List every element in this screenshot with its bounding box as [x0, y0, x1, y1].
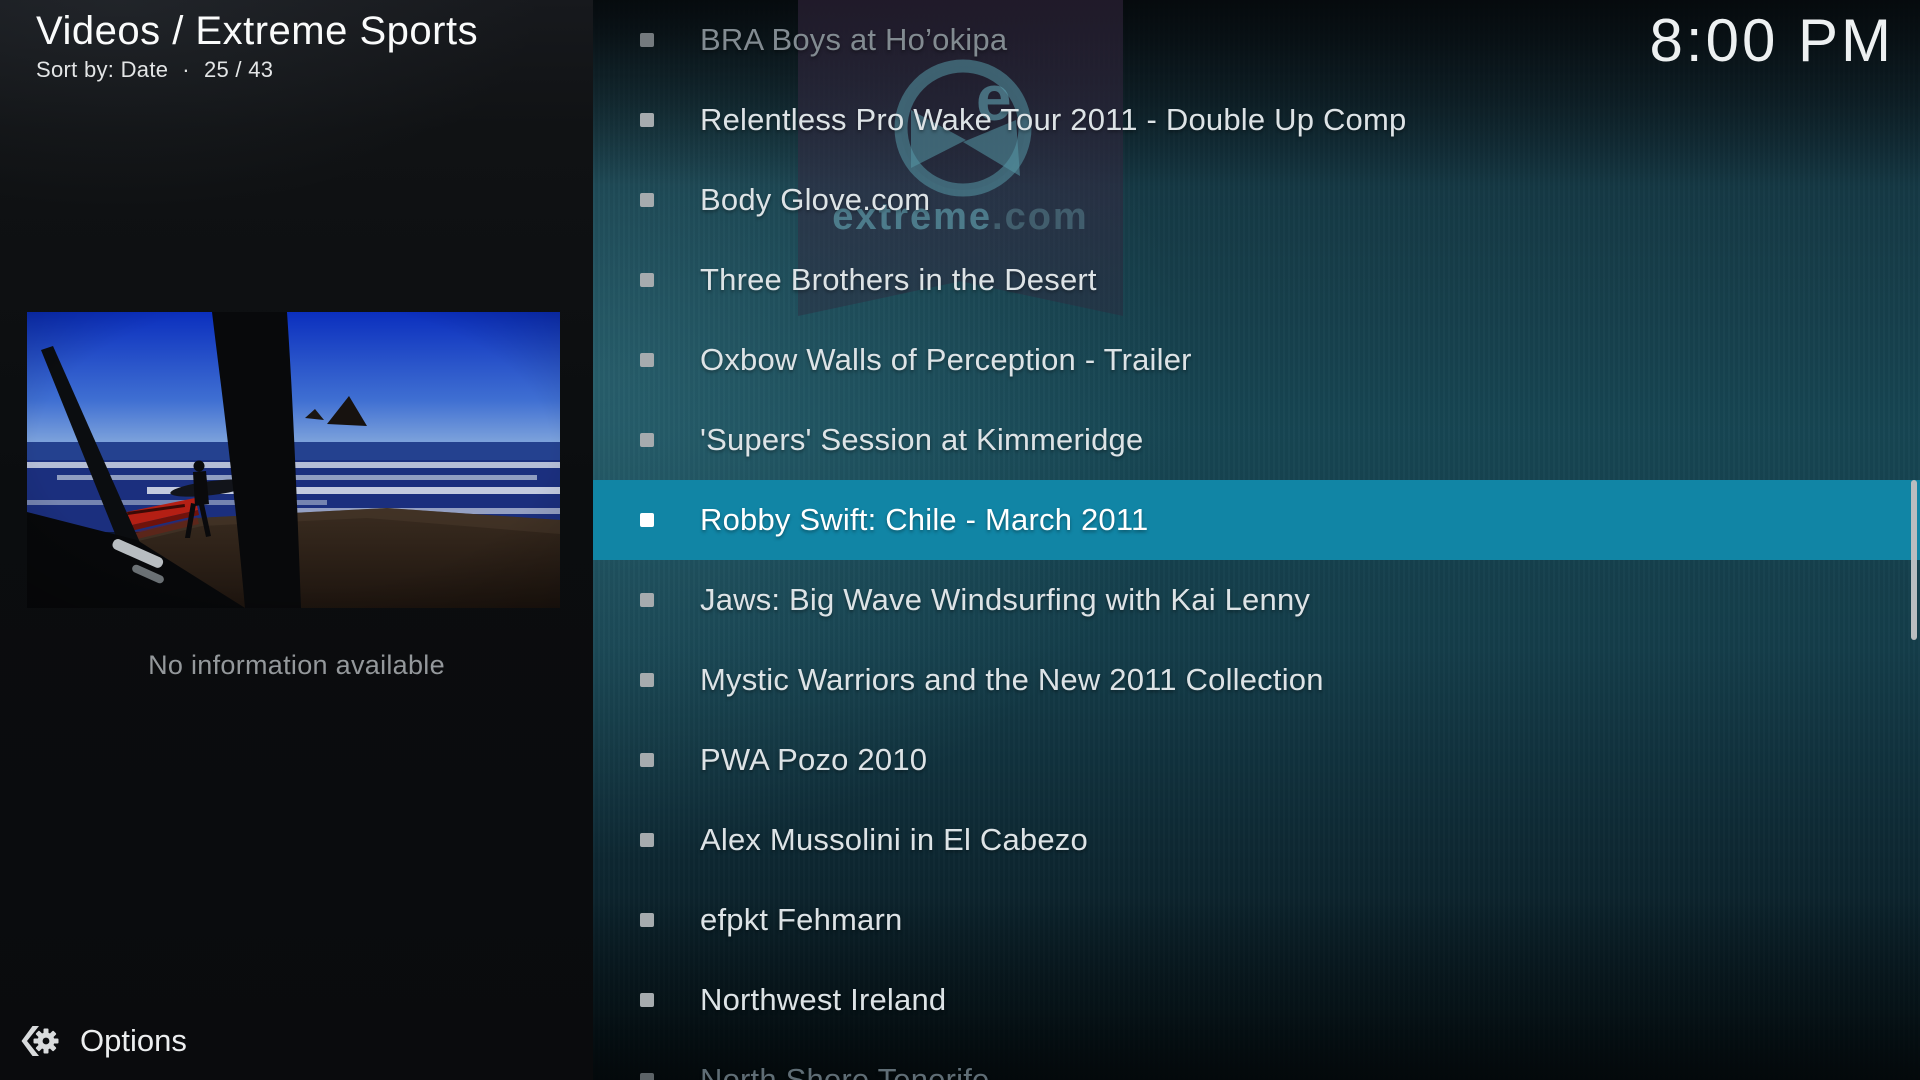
- list-item[interactable]: Relentless Pro Wake Tour 2011 - Double U…: [593, 80, 1920, 160]
- bullet-icon: [640, 513, 654, 527]
- scrollbar-handle[interactable]: [1911, 480, 1917, 640]
- list-item[interactable]: North Shore Tenerife: [593, 1040, 1920, 1080]
- sort-status: Sort by: Date · 25 / 43: [36, 57, 478, 83]
- bullet-icon: [640, 193, 654, 207]
- video-list: BRA Boys at Ho’okipa Relentless Pro Wake …: [593, 0, 1920, 1080]
- separator-dot: ·: [182, 57, 190, 83]
- video-title: Northwest Ireland: [700, 982, 946, 1018]
- video-title: PWA Pozo 2010: [700, 742, 927, 778]
- list-item[interactable]: efpkt Fehmarn: [593, 880, 1920, 960]
- bullet-icon: [640, 593, 654, 607]
- clock: 8:00 PM: [1650, 6, 1894, 75]
- bullet-icon: [640, 833, 654, 847]
- bullet-icon: [640, 673, 654, 687]
- video-thumbnail: [27, 312, 560, 608]
- list-item[interactable]: Northwest Ireland: [593, 960, 1920, 1040]
- video-title: Jaws: Big Wave Windsurfing with Kai Lenn…: [700, 582, 1310, 618]
- item-count: 25 / 43: [204, 57, 273, 83]
- list-item[interactable]: Body Glove.com: [593, 160, 1920, 240]
- options-chevron-gear-icon: [18, 1020, 60, 1062]
- beach-scene-image: [27, 312, 560, 608]
- video-title: Three Brothers in the Desert: [700, 262, 1097, 298]
- list-item[interactable]: Jaws: Big Wave Windsurfing with Kai Lenn…: [593, 560, 1920, 640]
- video-title: 'Supers' Session at Kimmeridge: [700, 422, 1143, 458]
- bullet-icon: [640, 353, 654, 367]
- list-item[interactable]: Oxbow Walls of Perception - Trailer: [593, 320, 1920, 400]
- no-information-text: No information available: [0, 650, 593, 681]
- bullet-icon: [640, 273, 654, 287]
- list-item[interactable]: Alex Mussolini in El Cabezo: [593, 800, 1920, 880]
- bullet-icon: [640, 33, 654, 47]
- bullet-icon: [640, 113, 654, 127]
- bullet-icon: [640, 1073, 654, 1080]
- video-title: Mystic Warriors and the New 2011 Collect…: [700, 662, 1324, 698]
- video-title: Relentless Pro Wake Tour 2011 - Double U…: [700, 102, 1406, 138]
- bullet-icon: [640, 993, 654, 1007]
- bullet-icon: [640, 913, 654, 927]
- video-title: efpkt Fehmarn: [700, 902, 902, 938]
- video-title: BRA Boys at Ho’okipa: [700, 22, 1007, 58]
- video-title: Robby Swift: Chile - March 2011: [700, 502, 1148, 538]
- video-title: Oxbow Walls of Perception - Trailer: [700, 342, 1192, 378]
- kodi-screen: e extreme.com BRA Boys at Ho’okipaRelent…: [0, 0, 1920, 1080]
- list-item[interactable]: PWA Pozo 2010: [593, 720, 1920, 800]
- options-label: Options: [80, 1023, 187, 1059]
- header: Videos / Extreme Sports Sort by: Date · …: [36, 8, 478, 83]
- video-title: Alex Mussolini in El Cabezo: [700, 822, 1088, 858]
- video-list-panel: e extreme.com BRA Boys at Ho’okipaRelent…: [593, 0, 1920, 1080]
- bullet-icon: [640, 433, 654, 447]
- page-title: Videos / Extreme Sports: [36, 8, 478, 54]
- list-item[interactable]: Three Brothers in the Desert: [593, 240, 1920, 320]
- list-item[interactable]: Mystic Warriors and the New 2011 Collect…: [593, 640, 1920, 720]
- video-title: Body Glove.com: [700, 182, 930, 218]
- info-panel: Videos / Extreme Sports Sort by: Date · …: [0, 0, 593, 1080]
- bullet-icon: [640, 753, 654, 767]
- list-item[interactable]: Robby Swift: Chile - March 2011: [593, 480, 1920, 560]
- video-title: North Shore Tenerife: [700, 1062, 989, 1080]
- options-button[interactable]: Options: [18, 1020, 187, 1062]
- list-item[interactable]: 'Supers' Session at Kimmeridge: [593, 400, 1920, 480]
- sort-by-label: Sort by: Date: [36, 57, 168, 83]
